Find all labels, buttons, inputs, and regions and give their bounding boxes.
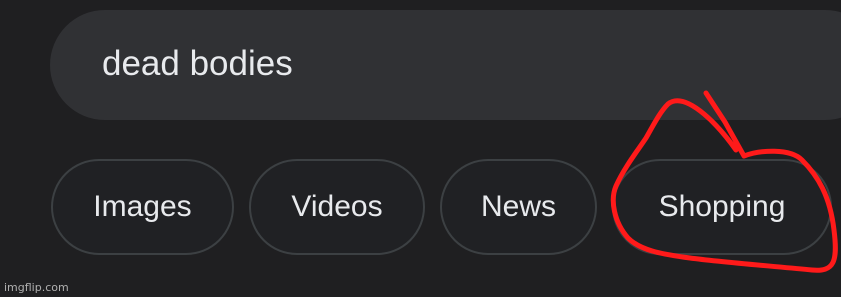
imgflip-watermark: imgflip.com <box>4 281 69 294</box>
search-input[interactable]: dead bodies <box>50 10 841 120</box>
chip-shopping[interactable]: Shopping <box>612 159 832 255</box>
search-results-screenshot: dead bodies Images Videos News Shopping … <box>0 0 841 297</box>
chip-images[interactable]: Images <box>51 159 234 255</box>
chip-videos[interactable]: Videos <box>249 159 425 255</box>
chip-news[interactable]: News <box>440 159 597 255</box>
search-query-text: dead bodies <box>102 44 293 83</box>
